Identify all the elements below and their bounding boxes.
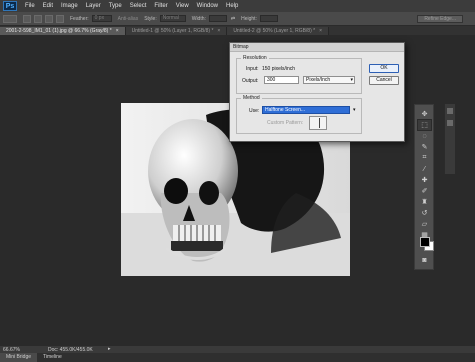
method-group: Method Use: Halftone Screen... ▾ Custom … bbox=[236, 95, 362, 134]
style-label: Style: bbox=[144, 15, 157, 22]
intersect-selection-icon[interactable] bbox=[56, 14, 64, 23]
photoshop-logo: Ps bbox=[3, 1, 17, 11]
width-label: Width: bbox=[191, 15, 206, 22]
cancel-button[interactable]: Cancel bbox=[369, 76, 399, 85]
resolution-group: Resolution Input: 150 pixels/inch Output… bbox=[236, 55, 362, 94]
tab-label: Untitled-2 @ 50% (Layer 1, RGB/8) * bbox=[233, 28, 316, 34]
history-brush-icon[interactable]: ↺ bbox=[418, 208, 431, 218]
method-select[interactable]: Halftone Screen... bbox=[262, 106, 350, 114]
tab-mini-bridge[interactable]: Mini Bridge bbox=[0, 353, 38, 362]
tab-document-3[interactable]: Untitled-2 @ 50% (Layer 1, RGB/8) * × bbox=[227, 27, 330, 35]
tool-preset-icon[interactable] bbox=[3, 14, 17, 23]
healing-icon[interactable]: ✚ bbox=[418, 175, 431, 185]
subtract-selection-icon[interactable] bbox=[45, 14, 53, 23]
chevron-down-icon[interactable]: ▾ bbox=[353, 107, 356, 113]
feather-input[interactable]: 0 px bbox=[91, 15, 112, 22]
chevron-down-icon: ▾ bbox=[350, 77, 353, 83]
anti-alias-checkbox[interactable]: Anti-alias bbox=[118, 16, 139, 22]
use-label: Use: bbox=[249, 108, 260, 114]
menu-type[interactable]: Type bbox=[109, 3, 122, 9]
menu-edit[interactable]: Edit bbox=[43, 3, 53, 9]
quick-select-icon[interactable]: ✎ bbox=[418, 142, 431, 152]
move-icon[interactable]: ✥ bbox=[418, 109, 431, 119]
lasso-icon[interactable]: ◌ bbox=[418, 131, 431, 141]
menu-image[interactable]: Image bbox=[61, 3, 78, 9]
menu-select[interactable]: Select bbox=[130, 3, 147, 9]
chevron-right-icon[interactable]: ▸ bbox=[108, 346, 111, 352]
eraser-icon[interactable]: ▱ bbox=[418, 219, 431, 229]
custom-pattern-picker[interactable] bbox=[309, 116, 327, 130]
ok-button[interactable]: OK bbox=[369, 64, 399, 73]
output-label: Output: bbox=[242, 78, 259, 84]
output-unit-value: Pixels/Inch bbox=[306, 77, 331, 83]
tab-document-2[interactable]: Untitled-1 @ 50% (Layer 1, RGB/8) * × bbox=[125, 27, 228, 35]
bottom-panel-tabs: Mini Bridge Timeline bbox=[0, 353, 475, 362]
menu-help[interactable]: Help bbox=[226, 3, 238, 9]
menu-bar: Ps File Edit Image Layer Type Select Fil… bbox=[0, 0, 475, 12]
properties-panel-icon[interactable] bbox=[447, 120, 453, 126]
options-bar: Feather: 0 px Anti-alias Style: Normal W… bbox=[0, 12, 475, 26]
swap-dimensions-icon[interactable]: ⇄ bbox=[231, 16, 235, 22]
menu-file[interactable]: File bbox=[25, 3, 35, 9]
tools-panel: ✥ ⬚ ◌ ✎ ⌗ ⁄ ✚ ✐ ♜ ↺ ▱ ▦ ◙ bbox=[414, 104, 434, 270]
menu-filter[interactable]: Filter bbox=[154, 3, 167, 9]
crop-icon[interactable]: ⌗ bbox=[418, 153, 431, 163]
menu-view[interactable]: View bbox=[176, 3, 189, 9]
feather-label: Feather: bbox=[70, 15, 89, 22]
close-icon[interactable]: × bbox=[116, 28, 119, 34]
tab-timeline[interactable]: Timeline bbox=[37, 353, 68, 362]
foreground-color-swatch[interactable] bbox=[420, 237, 430, 247]
input-label: Input: bbox=[246, 66, 259, 72]
history-panel-icon[interactable] bbox=[447, 108, 453, 114]
eyedropper-icon[interactable]: ⁄ bbox=[418, 164, 431, 174]
method-value: Halftone Screen... bbox=[265, 107, 306, 113]
marquee-icon[interactable]: ⬚ bbox=[417, 119, 432, 131]
bitmap-dialog: Bitmap Resolution Input: 150 pixels/inch… bbox=[229, 42, 405, 142]
output-unit-select[interactable]: Pixels/Inch ▾ bbox=[303, 76, 355, 84]
output-resolution-input[interactable]: 300 bbox=[264, 76, 299, 84]
brush-icon[interactable]: ✐ bbox=[418, 186, 431, 196]
stamp-icon[interactable]: ♜ bbox=[418, 197, 431, 207]
method-group-label: Method bbox=[241, 95, 262, 101]
refine-edge-button[interactable]: Refine Edge... bbox=[417, 14, 463, 23]
quick-mask-icon[interactable]: ◙ bbox=[418, 255, 431, 265]
height-input[interactable] bbox=[259, 15, 278, 22]
document-tab-bar: 2001-2-598_IM1_01 (1).jpg @ 66.7% (Gray/… bbox=[0, 26, 475, 35]
tab-label: 2001-2-598_IM1_01 (1).jpg @ 66.7% (Gray/… bbox=[6, 28, 112, 34]
new-selection-icon[interactable] bbox=[23, 14, 31, 23]
collapsed-panels bbox=[444, 104, 455, 174]
width-input[interactable] bbox=[208, 15, 227, 22]
pattern-divider bbox=[319, 118, 320, 128]
resolution-group-label: Resolution bbox=[241, 55, 269, 61]
menu-layer[interactable]: Layer bbox=[86, 3, 101, 9]
add-selection-icon[interactable] bbox=[34, 14, 42, 23]
custom-pattern-label: Custom Pattern: bbox=[267, 120, 304, 126]
input-value: 150 pixels/inch bbox=[262, 66, 296, 72]
tab-document-1[interactable]: 2001-2-598_IM1_01 (1).jpg @ 66.7% (Gray/… bbox=[0, 27, 126, 35]
menu-window[interactable]: Window bbox=[197, 3, 218, 9]
tab-label: Untitled-1 @ 50% (Layer 1, RGB/8) * bbox=[131, 28, 214, 34]
dialog-title: Bitmap bbox=[230, 43, 404, 52]
close-icon[interactable]: × bbox=[217, 28, 220, 34]
height-label: Height: bbox=[241, 15, 257, 22]
close-icon[interactable]: × bbox=[319, 28, 322, 34]
style-select[interactable]: Normal bbox=[159, 15, 186, 22]
